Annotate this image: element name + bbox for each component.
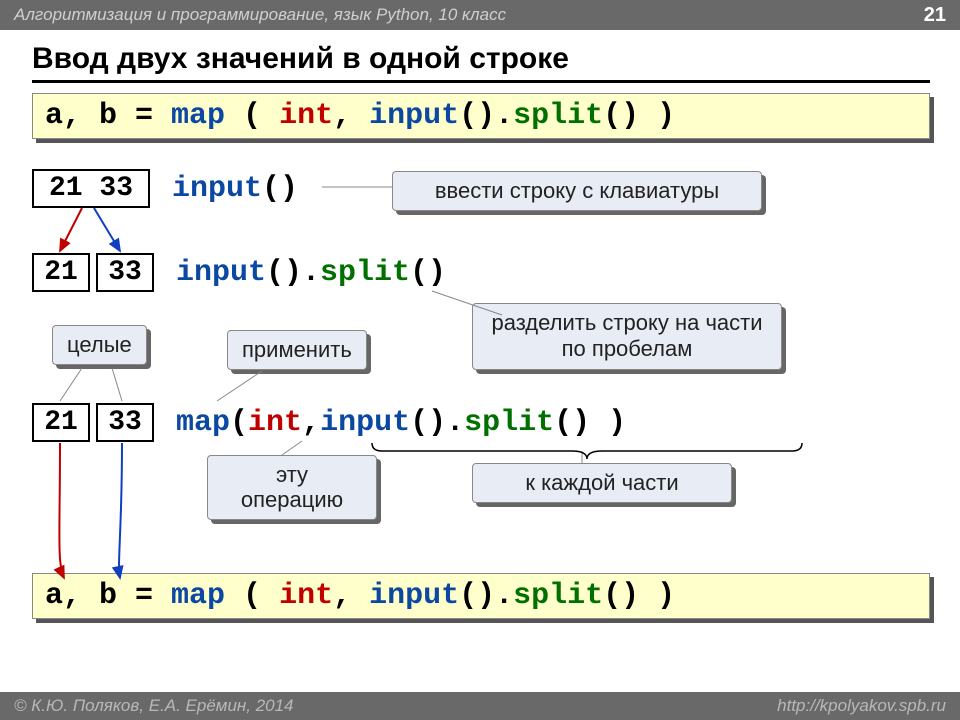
code-seg: (: [225, 579, 279, 613]
code-seg: split: [464, 406, 554, 440]
code-seg: input: [369, 99, 459, 133]
code-seg: int: [279, 99, 333, 133]
code-seg: split: [513, 99, 603, 133]
code-seg: int: [279, 579, 333, 613]
top-bar: Алгоритмизация и программирование, язык …: [0, 0, 960, 30]
code-seg: map: [176, 406, 230, 440]
code-seg: a, b =: [45, 579, 171, 613]
code-seg: split: [513, 579, 603, 613]
code-seg: () ): [554, 406, 626, 440]
code-seg: ,: [302, 406, 320, 440]
callout-tselye: целые: [52, 325, 147, 365]
code-seg: input: [176, 256, 266, 290]
code-block-top: a, b = map ( int, input().split() ): [32, 93, 930, 139]
content-area: a, b = map ( int, input().split() ) 21 3…: [32, 93, 930, 653]
value-box: 21 33: [32, 169, 150, 208]
code-block-bottom: a, b = map ( int, input().split() ): [32, 573, 930, 619]
code-seg: a, b =: [45, 99, 171, 133]
code-seg: split: [320, 256, 410, 290]
code-seg: (: [230, 406, 248, 440]
code-seg: ().: [459, 579, 513, 613]
page-number: 21: [924, 0, 946, 30]
value-box: 21: [32, 403, 90, 442]
code-seg: ().: [410, 406, 464, 440]
code-seg: input: [172, 172, 262, 206]
slide-title: Ввод двух значений в одной строке: [32, 42, 930, 83]
code-seg: input: [369, 579, 459, 613]
code-seg: map: [171, 99, 225, 133]
code-seg: ,: [333, 579, 369, 613]
value-box: 33: [96, 403, 154, 442]
code-seg: ,: [333, 99, 369, 133]
code-seg: () ): [603, 579, 675, 613]
callout-to-each: к каждой части: [472, 463, 732, 503]
value-box: 21: [32, 253, 90, 292]
copyright: © К.Ю. Поляков, Е.А. Ерёмин, 2014: [14, 696, 294, 716]
code-seg: (): [410, 256, 446, 290]
code-seg: int: [248, 406, 302, 440]
callout-input: ввести строку с клавиатуры: [392, 171, 762, 211]
callout-split: разделить строку на части по пробелам: [472, 303, 782, 370]
callout-apply: применить: [227, 330, 367, 370]
code-seg: (): [262, 172, 298, 206]
code-seg: map: [171, 579, 225, 613]
value-box: 33: [96, 253, 154, 292]
code-seg: (: [225, 99, 279, 133]
code-seg: ().: [266, 256, 320, 290]
code-seg: input: [320, 406, 410, 440]
callout-this-op: эту операцию: [207, 455, 377, 520]
course-title: Алгоритмизация и программирование, язык …: [14, 0, 506, 30]
footer-url: http://kpolyakov.spb.ru: [777, 696, 946, 716]
code-seg: ().: [459, 99, 513, 133]
code-seg: () ): [603, 99, 675, 133]
footer-bar: © К.Ю. Поляков, Е.А. Ерёмин, 2014 http:/…: [0, 692, 960, 720]
